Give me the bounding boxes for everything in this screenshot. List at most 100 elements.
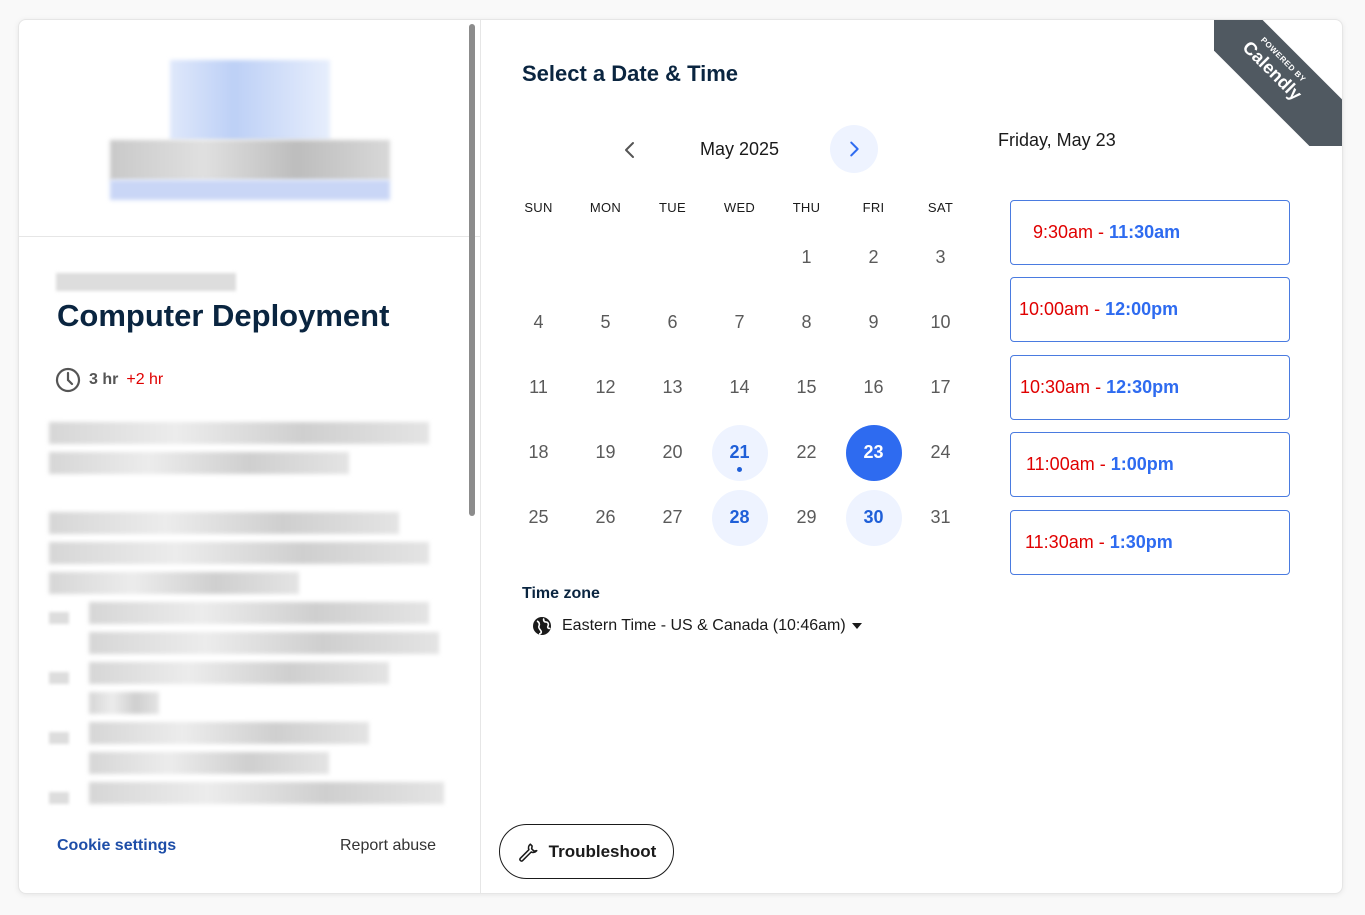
calendar-day-available[interactable]: 21 [711, 424, 768, 481]
calendar-day: 25 [511, 490, 567, 546]
today-indicator-dot [737, 466, 742, 472]
calendar-day: 5 [578, 295, 634, 351]
calendar-day-number: 15 [796, 377, 817, 397]
calendar-day: 16 [846, 360, 902, 416]
troubleshoot-button[interactable]: Troubleshoot [499, 824, 674, 879]
calendar-cell: 8 [773, 290, 840, 355]
slot-separator: - [1095, 377, 1102, 397]
timezone-value: Eastern Time - US & Canada (10:46am) [562, 617, 846, 634]
calendar-cell: 25 [505, 485, 572, 550]
calendar-day-number: 25 [528, 507, 549, 527]
calendar-day-available[interactable]: 30 [845, 489, 902, 546]
troubleshoot-label: Troubleshoot [548, 841, 657, 861]
slot-start-time: 9:30am [1033, 222, 1094, 242]
next-month-button[interactable] [830, 125, 878, 173]
calendar-grid: 1 2 3 4 5 6 7 8 9 10 11 12 13 14 15 16 17 18 19 20 21 22 23 24 2… [505, 225, 974, 550]
time-slot-button[interactable]: 10:00am -12:00pm [1010, 277, 1290, 342]
calendar-day: 6 [645, 295, 701, 351]
calendar-day: 18 [511, 425, 567, 481]
calendar-day: 24 [913, 425, 969, 481]
calendar-day-number: 12 [595, 377, 616, 397]
cookie-settings-link[interactable]: Cookie settings [57, 837, 176, 855]
calendar-cell: 4 [505, 290, 572, 355]
calendar-day-number: 17 [930, 377, 951, 397]
powered-by-ribbon[interactable]: POWERED BY Calendly [1214, 20, 1342, 146]
calendar-day: 3 [913, 230, 969, 286]
calendar-day-number: 1 [801, 247, 812, 267]
calendar-cell: 6 [639, 290, 706, 355]
calendar-day-number: 28 [729, 507, 750, 527]
description-redacted [89, 782, 444, 804]
booking-card: Computer Deployment 3 hr +2 hr Cookie se… [18, 19, 1343, 894]
slot-end-time: 12:30pm [1106, 377, 1180, 397]
calendar-day-number: 22 [796, 442, 817, 462]
calendar-day-number: 16 [863, 377, 884, 397]
calendar-day: 29 [779, 490, 835, 546]
bullet-redacted [49, 612, 69, 624]
time-slot-button[interactable]: 11:30am -1:30pm [1010, 510, 1290, 575]
time-slot-button[interactable]: 10:30am -12:30pm [1010, 355, 1290, 420]
timezone-selector[interactable]: Eastern Time - US & Canada (10:46am) [532, 616, 862, 636]
description-redacted [89, 602, 429, 624]
description-redacted [49, 542, 429, 564]
scheduler-panel: Select a Date & Time May 2025 SUN MON TUE W… [482, 20, 1342, 893]
calendar-cell [505, 225, 572, 290]
calendar-day: 26 [578, 490, 634, 546]
time-slot-button[interactable]: 9:30am -11:30am [1010, 200, 1290, 265]
calendar-cell: 31 [907, 485, 974, 550]
calendar-cell: 16 [840, 355, 907, 420]
time-slot-button[interactable]: 11:00am -1:00pm [1010, 432, 1290, 497]
calendar-cell: 18 [505, 420, 572, 485]
weekday-label: FRI [862, 200, 885, 215]
calendar-cell: 26 [572, 485, 639, 550]
report-abuse-link[interactable]: Report abuse [340, 837, 436, 855]
description-redacted [49, 422, 429, 444]
clock-icon [55, 367, 81, 393]
calendar-day: 19 [578, 425, 634, 481]
slot-start-time: 10:30am [1020, 377, 1091, 397]
slot-end-time: 12:00pm [1105, 299, 1179, 319]
calendly-brand: Calendly [1238, 37, 1306, 105]
calendar-day-number: 24 [930, 442, 951, 462]
description-redacted [49, 572, 299, 594]
calendar-day-number: 3 [935, 247, 946, 267]
calendar-day: 20 [645, 425, 701, 481]
slot-start-time: 10:00am [1019, 299, 1090, 319]
calendar-day: 11 [511, 360, 567, 416]
duration-extra: +2 hr [126, 371, 164, 388]
calendar-cell: 11 [505, 355, 572, 420]
description-redacted [89, 692, 159, 714]
calendar-day-number: 9 [868, 312, 879, 332]
calendar-cell: 23 [840, 420, 907, 485]
slot-end-time: 1:30pm [1109, 532, 1173, 552]
calendar-day-number: 31 [930, 507, 951, 527]
slot-separator: - [1098, 222, 1105, 242]
calendar-day: 9 [846, 295, 902, 351]
description-redacted [89, 752, 329, 774]
weekday-label: SAT [927, 200, 954, 215]
calendar-day-selected[interactable]: 23 [845, 424, 902, 481]
weekday-label: WED [723, 200, 756, 215]
calendar-cell: 22 [773, 420, 840, 485]
calendar-cell: 21 [706, 420, 773, 485]
weekday-label: MON [589, 200, 622, 215]
powered-by-badge: POWERED BY Calendly [1214, 20, 1342, 146]
details-scrollbar[interactable] [469, 24, 475, 516]
slot-end-time: 1:00pm [1110, 454, 1174, 474]
calendar-cell: 27 [639, 485, 706, 550]
calendar-day-number: 20 [662, 442, 683, 462]
calendar-cell [706, 225, 773, 290]
calendar-day-number: 8 [801, 312, 812, 332]
scheduler-heading: Select a Date & Time [522, 61, 739, 86]
selected-date-label: Friday, May 23 [998, 130, 1116, 150]
calendar-cell: 30 [840, 485, 907, 550]
calendar-day: 7 [712, 295, 768, 351]
calendar-cell [572, 225, 639, 290]
calendar-day-number: 27 [662, 507, 683, 527]
calendar-cell: 15 [773, 355, 840, 420]
bullet-redacted [49, 672, 69, 684]
calendar-cell: 13 [639, 355, 706, 420]
calendar-day-number: 11 [529, 377, 548, 397]
wrench-icon [518, 842, 538, 862]
calendar-day-available[interactable]: 28 [711, 489, 768, 546]
